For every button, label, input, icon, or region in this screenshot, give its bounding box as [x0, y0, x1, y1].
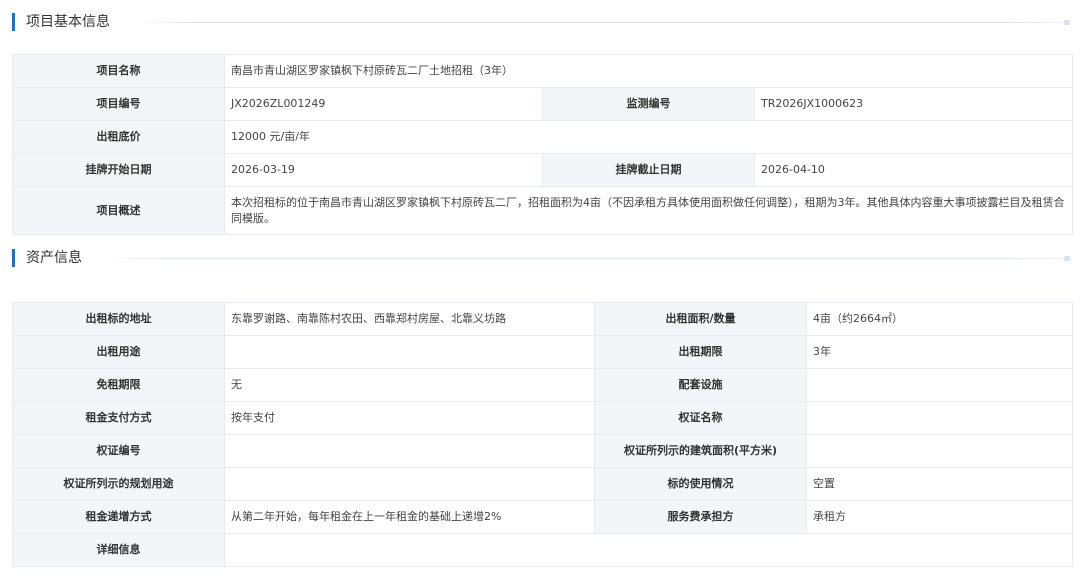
term-value: 3年 [806, 335, 1073, 369]
table-row: 权证编号 权证所列示的建筑面积(平方米) [12, 434, 1073, 468]
free-period-label: 免租期限 [12, 368, 225, 402]
listing-start-label: 挂牌开始日期 [12, 153, 225, 187]
section-title-basic: 项目基本信息 [26, 14, 110, 30]
table-row: 挂牌开始日期 2026-03-19 挂牌截止日期 2026-04-10 [12, 153, 1074, 187]
plan-use-value [224, 467, 595, 501]
listing-end-value: 2026-04-10 [753, 153, 1074, 187]
service-fee-label: 服务费承担方 [594, 500, 807, 534]
table-row: 项目编号 JX2026ZL001249 监测编号 TR2026JX1000623 [12, 87, 1074, 121]
facility-label: 配套设施 [594, 368, 807, 402]
project-code-value: JX2026ZL001249 [224, 87, 543, 121]
table-row: 免租期限 无 配套设施 [12, 368, 1073, 402]
use-label: 出租用途 [12, 335, 225, 369]
rent-increase-label: 租金递增方式 [12, 500, 225, 534]
base-price-label: 出租底价 [12, 120, 225, 154]
table-row: 租金递增方式 从第二年开始，每年租金在上一年租金的基础上递增2% 服务费承担方 … [12, 500, 1073, 534]
asset-info-table: 出租标的地址 东靠罗谢路、南靠陈村农田、西靠郑村房屋、北靠义坊路 出租面积/数量… [12, 302, 1073, 567]
section-header-asset: 资产信息 [0, 246, 1080, 270]
listing-start-value: 2026-03-19 [224, 153, 543, 187]
cert-name-label: 权证名称 [594, 401, 807, 435]
rent-increase-value: 从第二年开始，每年租金在上一年租金的基础上递增2% [224, 500, 595, 534]
section-accent-bar [12, 13, 15, 31]
table-row: 权证所列示的规划用途 标的使用情况 空置 [12, 467, 1073, 501]
project-name-label: 项目名称 [12, 54, 225, 88]
build-area-value [806, 434, 1073, 468]
address-value: 东靠罗谢路、南靠陈村农田、西靠郑村房屋、北靠义坊路 [224, 302, 595, 336]
section-accent-bar [12, 249, 15, 267]
service-fee-value: 承租方 [806, 500, 1073, 534]
free-period-value: 无 [224, 368, 595, 402]
usage-status-value: 空置 [806, 467, 1073, 501]
project-name-value: 南昌市青山湖区罗家镇枫下村原砖瓦二厂土地招租（3年） [223, 54, 1074, 88]
table-row: 详细信息 [12, 533, 1073, 567]
term-label: 出租期限 [594, 335, 807, 369]
detail-info-value [224, 533, 1073, 567]
divider-end-mark [1064, 20, 1070, 25]
base-price-value: 12000 元/亩/年 [223, 120, 1074, 154]
project-code-label: 项目编号 [12, 87, 225, 121]
cert-number-label: 权证编号 [12, 434, 225, 468]
address-label: 出租标的地址 [12, 302, 225, 336]
table-row: 项目名称 南昌市青山湖区罗家镇枫下村原砖瓦二厂土地招租（3年） [12, 54, 1074, 88]
cert-number-value [224, 434, 595, 468]
use-value [224, 335, 595, 369]
table-row: 出租标的地址 东靠罗谢路、南靠陈村农田、西靠郑村房屋、北靠义坊路 出租面积/数量… [12, 302, 1073, 336]
divider-end-mark [1064, 256, 1070, 261]
facility-value [806, 368, 1073, 402]
build-area-label: 权证所列示的建筑面积(平方米) [594, 434, 807, 468]
table-row: 出租底价 12000 元/亩/年 [12, 120, 1074, 154]
table-row: 项目概述 本次招租标的位于南昌市青山湖区罗家镇枫下村原砖瓦二厂，招租面积为4亩（… [12, 186, 1074, 235]
cert-name-value [806, 401, 1073, 435]
table-row: 租金支付方式 按年支付 权证名称 [12, 401, 1073, 435]
project-summary-label: 项目概述 [12, 186, 225, 235]
section-divider [108, 258, 1068, 259]
monitor-code-value: TR2026JX1000623 [753, 87, 1074, 121]
payment-method-value: 按年支付 [224, 401, 595, 435]
basic-info-table: 项目名称 南昌市青山湖区罗家镇枫下村原砖瓦二厂土地招租（3年） 项目编号 JX2… [12, 54, 1074, 235]
project-summary-value: 本次招租标的位于南昌市青山湖区罗家镇枫下村原砖瓦二厂，招租面积为4亩（不因承租方… [223, 186, 1074, 235]
section-divider [138, 22, 1068, 23]
usage-status-label: 标的使用情况 [594, 467, 807, 501]
section-title-asset: 资产信息 [26, 250, 82, 266]
table-row: 出租用途 出租期限 3年 [12, 335, 1073, 369]
section-header-basic: 项目基本信息 [0, 10, 1080, 34]
plan-use-label: 权证所列示的规划用途 [12, 467, 225, 501]
monitor-code-label: 监测编号 [542, 87, 755, 121]
detail-info-label: 详细信息 [12, 533, 225, 567]
payment-method-label: 租金支付方式 [12, 401, 225, 435]
listing-end-label: 挂牌截止日期 [542, 153, 755, 187]
area-value: 4亩（约2664㎡） [806, 302, 1073, 336]
area-label: 出租面积/数量 [594, 302, 807, 336]
